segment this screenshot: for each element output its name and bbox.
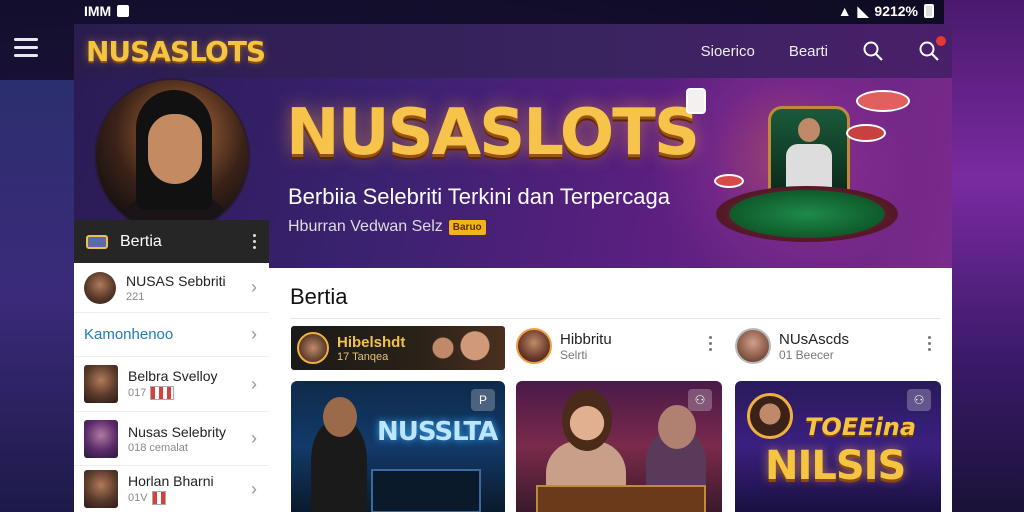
- battery-icon: [924, 4, 934, 18]
- hero-title: NUSASLOTS: [286, 96, 700, 170]
- avatar: [747, 393, 793, 439]
- sidebar-item-label: Nusas Selebrity: [128, 423, 227, 440]
- status-bar: IMM ▲ ◣ 9212%: [0, 0, 1024, 22]
- hero-tagline-row: Hburran Vedwan Selz Baruo: [288, 218, 486, 236]
- user-meta: 01 Beecer: [779, 347, 834, 362]
- main-content: Bertia Hibelshdt 17 Tanqea Hibbritu Selr…: [269, 268, 952, 512]
- thumbnail-title: NUSSLTA: [377, 417, 498, 447]
- hero-tag-badge: Baruo: [448, 219, 486, 235]
- chevron-right-icon: ›: [251, 478, 257, 499]
- avatar: [84, 271, 116, 304]
- user-meta: Selrti: [560, 347, 588, 362]
- user-name: Hibbritu: [560, 330, 612, 348]
- user-name: NUsAscds: [779, 330, 850, 348]
- avatar: [516, 328, 552, 364]
- more-options-icon[interactable]: [928, 336, 931, 351]
- wifi-icon: ◣: [857, 2, 869, 19]
- sidebar-panel: Bertia NUSAS Sebbriti 221 › Kamonhenoo ›…: [74, 220, 269, 512]
- hero-celebrity-avatar: [94, 78, 250, 234]
- share-icon[interactable]: P: [471, 389, 495, 411]
- sidebar-item-label: NUSAS Sebbriti: [126, 272, 226, 289]
- sidebar-item-meta: 221: [126, 290, 145, 303]
- chevron-right-icon: ›: [251, 324, 257, 344]
- flag-icon: [151, 491, 166, 505]
- chevron-right-icon: ›: [251, 373, 257, 394]
- people-icon[interactable]: ⚇: [688, 389, 712, 411]
- video-thumbnail[interactable]: NUSSLTA P: [291, 381, 505, 512]
- sidebar-item-kamonhenoo[interactable]: Kamonhenoo ›: [74, 313, 269, 357]
- featured-name: Hibelshdt: [337, 333, 406, 351]
- background-glow-right: [944, 0, 1024, 512]
- more-options-icon[interactable]: [709, 336, 712, 351]
- hero-subtitle: Berbiia Selebriti Terkini dan Terpercaga: [288, 184, 670, 209]
- sidebar-item-label: Horlan Bharni: [128, 473, 214, 489]
- slot-machine: [536, 485, 706, 512]
- sidebar-item-meta: 017: [128, 387, 147, 399]
- people-icon[interactable]: ⚇: [907, 389, 931, 411]
- stage-desk: [371, 469, 481, 512]
- search-icon[interactable]: [862, 40, 884, 62]
- avatar: [297, 332, 329, 364]
- sidebar-item-nusas-sebbriti[interactable]: NUSAS Sebbriti 221 ›: [74, 263, 269, 313]
- top-nav-bar: NUSASLOTS Sioerico Bearti: [74, 24, 952, 78]
- menu-icon[interactable]: [14, 38, 38, 58]
- video-thumbnail[interactable]: TOEEina NILSIS ⚇: [735, 381, 941, 512]
- user-card-hibbritu[interactable]: Hibbritu Selrti: [516, 328, 612, 364]
- thumbnail-title: NILSIS: [765, 443, 906, 489]
- avatar: [84, 470, 118, 508]
- notification-icon: [117, 5, 130, 17]
- person-head: [658, 405, 696, 449]
- sidebar-item-horlan-bharni[interactable]: Horlan Bharni 01V ›: [74, 466, 269, 512]
- person-head: [323, 397, 357, 437]
- avatar: [735, 328, 771, 364]
- avatar: [84, 365, 118, 403]
- notification-search-icon[interactable]: [918, 36, 946, 62]
- sidebar-item-meta-row: 01V: [128, 491, 214, 505]
- status-left-text: IMM: [84, 3, 112, 19]
- nav-link-bearti[interactable]: Bearti: [789, 43, 828, 60]
- hero-tagline: Hburran Vedwan Selz: [288, 218, 443, 235]
- news-icon: [86, 234, 108, 249]
- sidebar-item-meta: 018 cemalat: [128, 441, 188, 454]
- featured-celebrity-card[interactable]: Hibelshdt 17 Tanqea: [291, 326, 505, 370]
- status-right-text: 9212%: [874, 3, 918, 19]
- thumbnail-subtitle: TOEEina: [805, 413, 917, 441]
- sidebar-item-label: Belbra Svelloy: [128, 368, 218, 384]
- video-thumbnail[interactable]: ⚇: [516, 381, 722, 512]
- sidebar-item-meta-row: 017: [128, 386, 218, 400]
- flag-icon: [150, 386, 175, 400]
- more-options-icon[interactable]: [253, 234, 257, 249]
- sidebar-item-meta: 01V: [128, 492, 148, 504]
- sidebar-item-belbra-svelloy[interactable]: Belbra Svelloy 017 ›: [74, 357, 269, 412]
- background-glow-left: [0, 80, 80, 512]
- avatar: [84, 419, 118, 458]
- chevron-right-icon: ›: [251, 428, 257, 448]
- signal-icon: ▲: [837, 3, 852, 19]
- featured-meta: 17 Tanqea: [337, 350, 389, 363]
- chevron-right-icon: ›: [251, 277, 257, 297]
- sidebar-item-link[interactable]: Kamonhenoo: [84, 326, 173, 343]
- person-head: [562, 389, 612, 451]
- divider: [290, 318, 940, 319]
- section-title: Bertia: [290, 284, 348, 309]
- nav-links: Sioerico Bearti: [701, 36, 946, 62]
- sidebar-header-label: Bertia: [120, 232, 162, 250]
- sidebar-header: Bertia: [74, 220, 269, 263]
- notification-badge: [936, 36, 946, 46]
- featured-people-image: [419, 326, 499, 370]
- site-logo[interactable]: NUSASLOTS: [86, 35, 266, 68]
- sidebar-item-nusas-selebrity[interactable]: Nusas Selebrity 018 cemalat ›: [74, 412, 269, 466]
- user-card-nusascds[interactable]: NUsAscds 01 Beecer: [735, 328, 849, 364]
- nav-link-sioerico[interactable]: Sioerico: [701, 43, 755, 60]
- casino-illustration: [686, 88, 910, 260]
